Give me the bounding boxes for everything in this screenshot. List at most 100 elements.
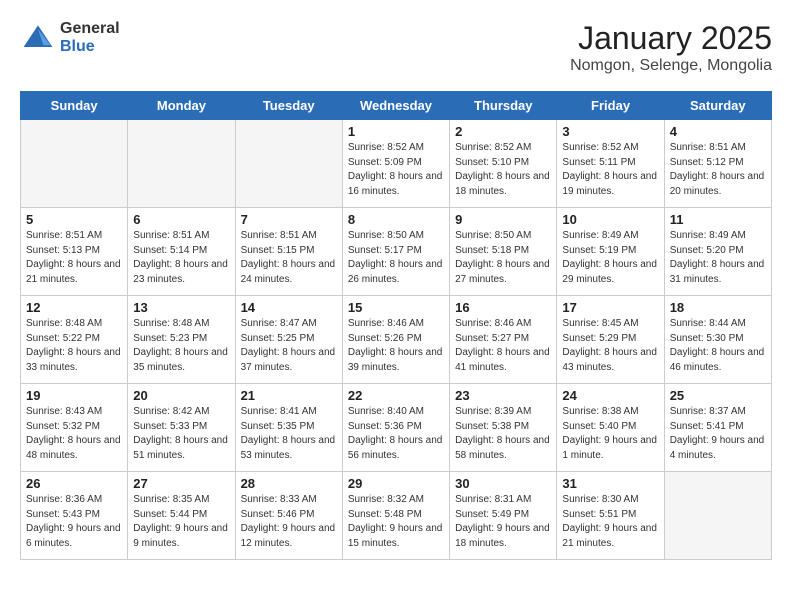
calendar-day-cell: 5Sunrise: 8:51 AM Sunset: 5:13 PM Daylig… — [21, 208, 128, 296]
calendar-day-cell: 30Sunrise: 8:31 AM Sunset: 5:49 PM Dayli… — [450, 472, 557, 560]
weekday-header: Saturday — [664, 92, 771, 120]
weekday-header: Thursday — [450, 92, 557, 120]
logo-icon — [20, 20, 56, 56]
calendar-week-row: 12 Sunrise: 8:48 AM Sunset: 5:22 PM Dayli… — [21, 296, 772, 384]
day-detail: Sunrise: 8:33 AM Sunset: 5:46 PM Dayligh… — [241, 493, 337, 551]
calendar-day-cell: 28 Sunrise: 8:33 AM Sunset: 5:46 PM Dayli… — [235, 472, 342, 560]
day-detail: Sunrise: 8:36 AM Sunset: 5:43 PM Dayligh… — [26, 493, 122, 551]
calendar-day-cell — [235, 120, 342, 208]
calendar-day-cell: 17 Sunrise: 8:45 AM Sunset: 5:29 PM Dayli… — [557, 296, 664, 384]
calendar-day-cell: 3 Sunrise: 8:52 AM Sunset: 5:11 PM Daylig… — [557, 120, 664, 208]
calendar-week-row: 19 Sunrise: 8:43 AM Sunset: 5:32 PM Dayli… — [21, 384, 772, 472]
day-detail: Sunrise: 8:46 AM Sunset: 5:27 PM Dayligh… — [455, 317, 551, 375]
calendar-day-cell — [664, 472, 771, 560]
day-detail: Sunrise: 8:52 AM Sunset: 5:09 PM Dayligh… — [348, 141, 444, 199]
day-number: 22 — [348, 388, 444, 403]
calendar-title: January 2025 — [570, 20, 772, 57]
calendar-day-cell: 19 Sunrise: 8:43 AM Sunset: 5:32 PM Dayli… — [21, 384, 128, 472]
day-detail: Sunrise: 8:43 AM Sunset: 5:32 PM Dayligh… — [26, 405, 122, 463]
calendar-week-row: 26 Sunrise: 8:36 AM Sunset: 5:43 PM Dayli… — [21, 472, 772, 560]
calendar-day-cell: 18 Sunrise: 8:44 AM Sunset: 5:30 PM Dayli… — [664, 296, 771, 384]
calendar-day-cell: 10 Sunrise: 8:49 AM Sunset: 5:19 PM Dayli… — [557, 208, 664, 296]
day-detail: Sunrise: 8:47 AM Sunset: 5:25 PM Dayligh… — [241, 317, 337, 375]
calendar-week-row: 5Sunrise: 8:51 AM Sunset: 5:13 PM Daylig… — [21, 208, 772, 296]
day-number: 29 — [348, 476, 444, 491]
calendar-day-cell: 9 Sunrise: 8:50 AM Sunset: 5:18 PM Daylig… — [450, 208, 557, 296]
calendar-day-cell: 15 Sunrise: 8:46 AM Sunset: 5:26 PM Dayli… — [342, 296, 449, 384]
day-number: 20 — [133, 388, 229, 403]
day-number: 28 — [241, 476, 337, 491]
day-detail: Sunrise: 8:31 AM Sunset: 5:49 PM Dayligh… — [455, 493, 551, 551]
weekday-header-row: SundayMondayTuesdayWednesdayThursdayFrid… — [21, 92, 772, 120]
day-number: 26 — [26, 476, 122, 491]
day-number: 7 — [241, 212, 337, 227]
day-number: 12 — [26, 300, 122, 315]
day-number: 15 — [348, 300, 444, 315]
day-number: 31 — [562, 476, 658, 491]
day-number: 23 — [455, 388, 551, 403]
page-header: General Blue January 2025 Nomgon, Seleng… — [20, 20, 772, 75]
day-number: 11 — [670, 212, 766, 227]
calendar-day-cell: 26 Sunrise: 8:36 AM Sunset: 5:43 PM Dayli… — [21, 472, 128, 560]
calendar-day-cell: 2Sunrise: 8:52 AM Sunset: 5:10 PM Daylig… — [450, 120, 557, 208]
day-detail: Sunrise: 8:46 AM Sunset: 5:26 PM Dayligh… — [348, 317, 444, 375]
calendar-day-cell: 1 Sunrise: 8:52 AM Sunset: 5:09 PM Daylig… — [342, 120, 449, 208]
calendar-day-cell: 23 Sunrise: 8:39 AM Sunset: 5:38 PM Dayli… — [450, 384, 557, 472]
day-number: 2 — [455, 124, 551, 139]
day-detail: Sunrise: 8:44 AM Sunset: 5:30 PM Dayligh… — [670, 317, 766, 375]
weekday-header: Monday — [128, 92, 235, 120]
day-detail: Sunrise: 8:37 AM Sunset: 5:41 PM Dayligh… — [670, 405, 766, 463]
calendar-day-cell: 16Sunrise: 8:46 AM Sunset: 5:27 PM Dayli… — [450, 296, 557, 384]
day-number: 4 — [670, 124, 766, 139]
day-detail: Sunrise: 8:38 AM Sunset: 5:40 PM Dayligh… — [562, 405, 658, 463]
day-detail: Sunrise: 8:42 AM Sunset: 5:33 PM Dayligh… — [133, 405, 229, 463]
calendar-day-cell: 22 Sunrise: 8:40 AM Sunset: 5:36 PM Dayli… — [342, 384, 449, 472]
logo-general: General — [60, 20, 120, 38]
day-number: 18 — [670, 300, 766, 315]
day-detail: Sunrise: 8:40 AM Sunset: 5:36 PM Dayligh… — [348, 405, 444, 463]
title-block: January 2025 Nomgon, Selenge, Mongolia — [570, 20, 772, 75]
day-number: 3 — [562, 124, 658, 139]
day-detail: Sunrise: 8:51 AM Sunset: 5:13 PM Dayligh… — [26, 229, 122, 287]
day-detail: Sunrise: 8:49 AM Sunset: 5:20 PM Dayligh… — [670, 229, 766, 287]
logo: General Blue — [20, 20, 120, 56]
calendar-day-cell: 4Sunrise: 8:51 AM Sunset: 5:12 PM Daylig… — [664, 120, 771, 208]
day-number: 8 — [348, 212, 444, 227]
calendar-day-cell: 29Sunrise: 8:32 AM Sunset: 5:48 PM Dayli… — [342, 472, 449, 560]
day-detail: Sunrise: 8:30 AM Sunset: 5:51 PM Dayligh… — [562, 493, 658, 551]
calendar-day-cell: 6Sunrise: 8:51 AM Sunset: 5:14 PM Daylig… — [128, 208, 235, 296]
day-detail: Sunrise: 8:39 AM Sunset: 5:38 PM Dayligh… — [455, 405, 551, 463]
calendar-day-cell: 31 Sunrise: 8:30 AM Sunset: 5:51 PM Dayli… — [557, 472, 664, 560]
day-number: 21 — [241, 388, 337, 403]
calendar-day-cell: 27 Sunrise: 8:35 AM Sunset: 5:44 PM Dayli… — [128, 472, 235, 560]
day-detail: Sunrise: 8:52 AM Sunset: 5:11 PM Dayligh… — [562, 141, 658, 199]
day-detail: Sunrise: 8:45 AM Sunset: 5:29 PM Dayligh… — [562, 317, 658, 375]
day-number: 13 — [133, 300, 229, 315]
day-detail: Sunrise: 8:48 AM Sunset: 5:22 PM Dayligh… — [26, 317, 122, 375]
calendar-day-cell: 24 Sunrise: 8:38 AM Sunset: 5:40 PM Dayli… — [557, 384, 664, 472]
day-number: 17 — [562, 300, 658, 315]
calendar-day-cell — [21, 120, 128, 208]
day-number: 10 — [562, 212, 658, 227]
weekday-header: Wednesday — [342, 92, 449, 120]
calendar-day-cell: 12 Sunrise: 8:48 AM Sunset: 5:22 PM Dayli… — [21, 296, 128, 384]
day-number: 9 — [455, 212, 551, 227]
day-number: 19 — [26, 388, 122, 403]
day-detail: Sunrise: 8:50 AM Sunset: 5:18 PM Dayligh… — [455, 229, 551, 287]
logo-blue: Blue — [60, 38, 120, 56]
logo-text: General Blue — [60, 20, 120, 55]
day-number: 27 — [133, 476, 229, 491]
day-number: 14 — [241, 300, 337, 315]
day-detail: Sunrise: 8:41 AM Sunset: 5:35 PM Dayligh… — [241, 405, 337, 463]
day-number: 24 — [562, 388, 658, 403]
calendar-day-cell — [128, 120, 235, 208]
calendar-day-cell: 8Sunrise: 8:50 AM Sunset: 5:17 PM Daylig… — [342, 208, 449, 296]
calendar-day-cell: 25Sunrise: 8:37 AM Sunset: 5:41 PM Dayli… — [664, 384, 771, 472]
calendar-day-cell: 13 Sunrise: 8:48 AM Sunset: 5:23 PM Dayli… — [128, 296, 235, 384]
weekday-header: Tuesday — [235, 92, 342, 120]
day-number: 1 — [348, 124, 444, 139]
day-detail: Sunrise: 8:35 AM Sunset: 5:44 PM Dayligh… — [133, 493, 229, 551]
day-detail: Sunrise: 8:48 AM Sunset: 5:23 PM Dayligh… — [133, 317, 229, 375]
day-detail: Sunrise: 8:49 AM Sunset: 5:19 PM Dayligh… — [562, 229, 658, 287]
calendar-day-cell: 21 Sunrise: 8:41 AM Sunset: 5:35 PM Dayli… — [235, 384, 342, 472]
